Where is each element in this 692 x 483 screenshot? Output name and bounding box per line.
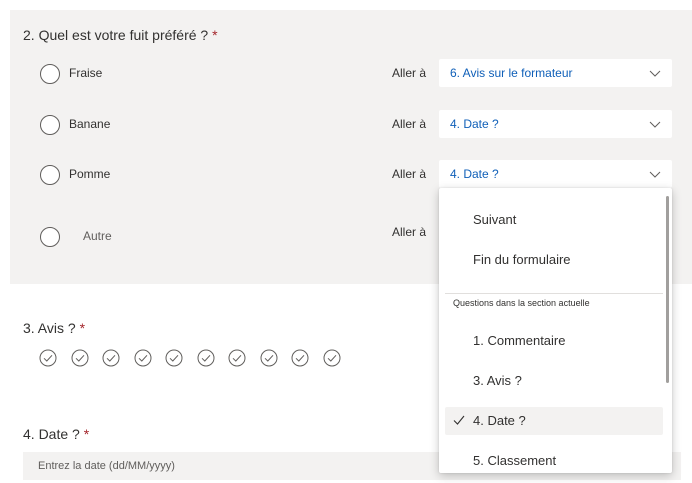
check-circle-icon[interactable]	[228, 349, 246, 367]
goto-select-fraise[interactable]: 6. Avis sur le formateur	[439, 59, 672, 87]
question-4-title-text: 4. Date ?	[23, 426, 80, 442]
option-row-pomme: Pomme Aller à 4. Date ?	[10, 160, 692, 190]
check-circle-icon[interactable]	[165, 349, 183, 367]
goto-label: Aller à	[392, 167, 427, 181]
checkmark-icon	[453, 415, 465, 425]
required-marker: *	[79, 320, 86, 336]
goto-label: Aller à	[392, 117, 427, 131]
goto-select-pomme[interactable]: 4. Date ?	[439, 160, 672, 188]
dropdown-section-header: Questions dans la section actuelle	[453, 298, 590, 308]
dropdown-scrollbar[interactable]	[666, 196, 669, 383]
chevron-down-icon	[649, 171, 661, 178]
dropdown-item-label: 4. Date ?	[473, 413, 526, 428]
goto-label: Aller à	[392, 66, 427, 80]
question-4-title: 4. Date ? *	[23, 426, 89, 442]
dropdown-item-avis[interactable]: 3. Avis ?	[445, 367, 663, 395]
date-placeholder: Entrez la date (dd/MM/yyyy)	[38, 460, 175, 472]
option-row-banane: Banane Aller à 4. Date ?	[10, 110, 692, 140]
required-marker: *	[83, 426, 90, 442]
option-label-banane: Banane	[69, 117, 111, 131]
goto-value-pomme: 4. Date ?	[450, 167, 499, 181]
dropdown-item-classement[interactable]: 5. Classement	[445, 447, 663, 475]
question-2-title-text: 2. Quel est votre fuit préféré ?	[23, 27, 209, 43]
dropdown-item-label: 5. Classement	[473, 453, 557, 468]
required-marker: *	[212, 27, 218, 43]
chevron-down-icon	[649, 70, 661, 77]
dropdown-item-label: Fin du formulaire	[473, 252, 571, 267]
option-label-pomme: Pomme	[69, 167, 111, 181]
check-circle-icon[interactable]	[260, 349, 278, 367]
question-3-title-text: 3. Avis ?	[23, 320, 76, 336]
radio-button-fraise[interactable]	[40, 64, 60, 84]
check-circle-icon[interactable]	[134, 349, 152, 367]
check-circle-icon[interactable]	[323, 349, 341, 367]
option-label-autre: Autre	[83, 229, 112, 243]
dropdown-item-label: Suivant	[473, 212, 517, 227]
check-circle-icon[interactable]	[197, 349, 215, 367]
dropdown-item-label: 3. Avis ?	[473, 373, 522, 388]
goto-value-banane: 4. Date ?	[450, 117, 499, 131]
goto-label: Aller à	[392, 225, 427, 239]
check-circle-icon[interactable]	[71, 349, 89, 367]
chevron-down-icon	[649, 121, 661, 128]
dropdown-item-fin-du-formulaire[interactable]: Fin du formulaire	[445, 246, 663, 274]
dropdown-item-suivant[interactable]: Suivant	[445, 206, 663, 234]
dropdown-item-label: 1. Commentaire	[473, 333, 566, 348]
dropdown-item-commentaire[interactable]: 1. Commentaire	[445, 327, 663, 355]
check-circle-icon[interactable]	[102, 349, 120, 367]
dropdown-item-date-selected[interactable]: 4. Date ?	[445, 407, 663, 435]
check-circle-icon[interactable]	[39, 349, 57, 367]
radio-button-banane[interactable]	[40, 115, 60, 135]
question-2-title: 2. Quel est votre fuit préféré ? *	[23, 27, 218, 43]
radio-button-autre[interactable]	[40, 227, 60, 247]
option-label-fraise: Fraise	[69, 66, 103, 80]
check-circle-icon[interactable]	[291, 349, 309, 367]
dropdown-divider	[445, 293, 663, 294]
option-row-fraise: Fraise Aller à 6. Avis sur le formateur	[10, 59, 692, 89]
goto-select-banane[interactable]: 4. Date ?	[439, 110, 672, 138]
radio-button-pomme[interactable]	[40, 165, 60, 185]
goto-dropdown-menu: Suivant Fin du formulaire Questions dans…	[439, 188, 672, 473]
question-3-title: 3. Avis ? *	[23, 320, 85, 336]
goto-value-fraise: 6. Avis sur le formateur	[450, 66, 573, 80]
